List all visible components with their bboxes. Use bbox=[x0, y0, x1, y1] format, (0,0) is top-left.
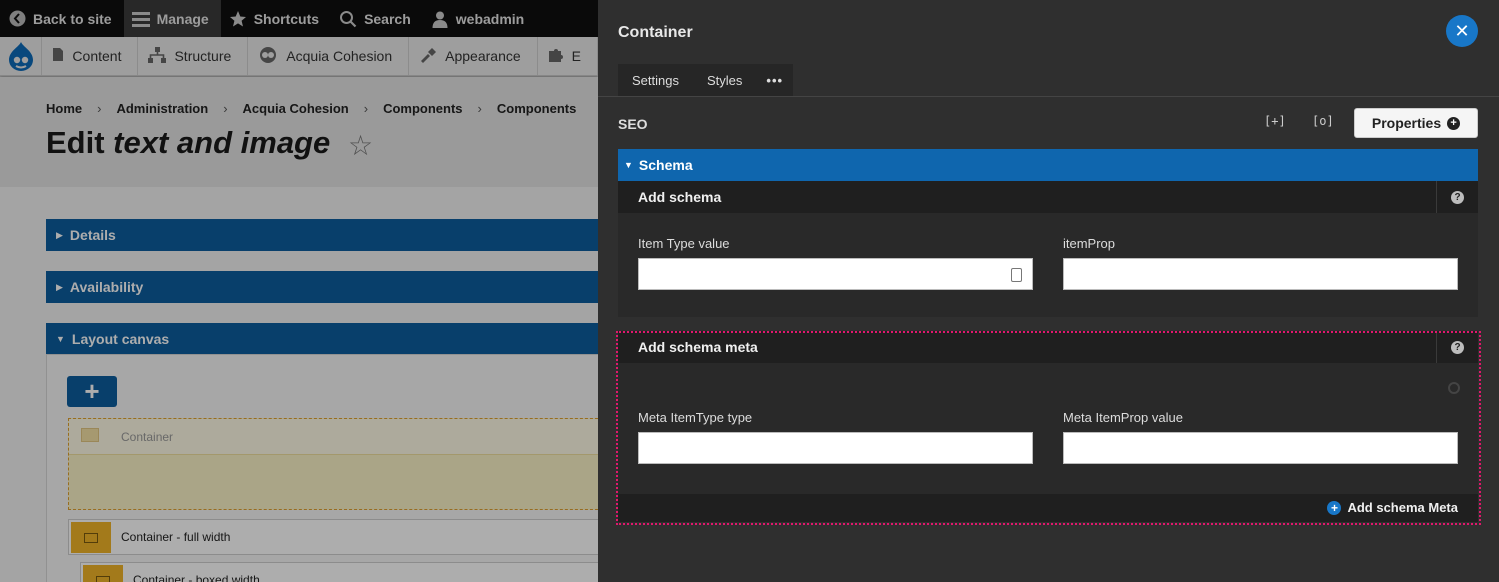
itemprop-label: itemProp bbox=[1063, 236, 1116, 251]
menu-extend-label: E bbox=[571, 48, 581, 64]
layout-canvas-label: Layout canvas bbox=[71, 331, 170, 347]
user-icon bbox=[431, 10, 449, 28]
menu-extend[interactable]: E bbox=[538, 37, 598, 75]
user-tab[interactable]: webadmin bbox=[423, 0, 536, 37]
breadcrumb-separator: › bbox=[223, 101, 228, 116]
page-title-prefix: Edit bbox=[46, 125, 114, 160]
star-icon bbox=[229, 10, 247, 28]
caret-right-icon: ▶ bbox=[56, 229, 63, 240]
menu-content[interactable]: Content bbox=[42, 37, 139, 75]
details-label: Details bbox=[69, 227, 116, 243]
breadcrumb-administration[interactable]: Administration bbox=[116, 101, 208, 116]
item-type-input[interactable] bbox=[638, 258, 1033, 290]
shortcuts-tab[interactable]: Shortcuts bbox=[221, 0, 331, 37]
breadcrumb-separator: › bbox=[477, 101, 482, 116]
caret-down-icon: ▼ bbox=[624, 160, 633, 170]
layout-canvas-accordion[interactable]: ▼ Layout canvas bbox=[46, 323, 598, 355]
admin-menu: Content Structure Acquia Cohesion Appear… bbox=[0, 37, 598, 76]
favorite-star-icon[interactable]: ☆ bbox=[348, 129, 373, 162]
container-icon bbox=[83, 565, 123, 582]
search-tab[interactable]: Search bbox=[331, 0, 423, 37]
help-button[interactable]: ? bbox=[1436, 181, 1478, 213]
breadcrumb-cohesion[interactable]: Acquia Cohesion bbox=[243, 101, 349, 116]
plus-circle-icon: + bbox=[1447, 116, 1461, 130]
tab-styles[interactable]: Styles bbox=[693, 64, 756, 96]
availability-accordion[interactable]: ▶ Availability bbox=[46, 271, 598, 303]
paintbrush-icon bbox=[419, 47, 437, 66]
page-title: Edit text and image bbox=[46, 125, 330, 161]
properties-button[interactable]: Properties + bbox=[1354, 108, 1478, 138]
add-schema-header: Add schema ? bbox=[618, 181, 1478, 213]
sitemap-icon bbox=[148, 46, 167, 66]
tab-more-icon[interactable]: ••• bbox=[756, 64, 793, 96]
panel-divider bbox=[598, 96, 1499, 97]
back-to-site-link[interactable]: Back to site bbox=[0, 0, 124, 37]
seo-label: SEO bbox=[618, 116, 648, 132]
breadcrumb-separator: › bbox=[97, 101, 102, 116]
add-schema-section: Add schema ? bbox=[618, 181, 1478, 317]
puzzle-icon bbox=[548, 47, 564, 66]
menu-cohesion[interactable]: Acquia Cohesion bbox=[248, 37, 410, 75]
menu-cohesion-label: Acquia Cohesion bbox=[286, 48, 393, 64]
panel-tabs: Settings Styles ••• bbox=[618, 64, 794, 96]
search-field-icon[interactable]: [o] bbox=[1312, 114, 1334, 128]
menu-structure[interactable]: Structure bbox=[138, 37, 249, 75]
manage-label: Manage bbox=[156, 10, 209, 27]
caret-down-icon: ▼ bbox=[56, 334, 65, 344]
user-label: webadmin bbox=[455, 10, 525, 27]
menu-structure-label: Structure bbox=[174, 48, 232, 64]
page-header: Home › Administration › Acquia Cohesion › C… bbox=[0, 77, 598, 187]
cohesion-icon bbox=[258, 46, 278, 67]
container-boxed-width[interactable]: Container - boxed width bbox=[80, 562, 598, 582]
breadcrumb-separator: › bbox=[363, 101, 369, 116]
breadcrumb-components-2[interactable]: Components bbox=[497, 101, 576, 116]
menu-appearance-label: Appearance bbox=[445, 48, 521, 64]
back-arrow-icon bbox=[8, 10, 26, 28]
caret-right-icon: ▶ bbox=[56, 281, 63, 292]
menu-content-label: Content bbox=[72, 48, 122, 64]
shortcuts-label: Shortcuts bbox=[253, 10, 320, 27]
breadcrumb: Home › Administration › Acquia Cohesion › C… bbox=[46, 101, 576, 116]
drupal-logo-icon[interactable] bbox=[0, 37, 43, 75]
search-label: Search bbox=[364, 10, 411, 27]
container-full-width-label: Container - full width bbox=[121, 530, 231, 544]
tab-settings[interactable]: Settings bbox=[618, 64, 693, 96]
add-component-button[interactable]: + bbox=[67, 376, 117, 407]
back-to-site-label: Back to site bbox=[33, 10, 112, 27]
availability-label: Availability bbox=[69, 279, 144, 295]
close-icon: ✕ bbox=[1454, 21, 1470, 41]
breadcrumb-components[interactable]: Components bbox=[383, 101, 462, 116]
manage-tab[interactable]: Manage bbox=[123, 0, 221, 37]
container-label: Container bbox=[121, 430, 174, 444]
container-icon bbox=[71, 522, 111, 553]
close-button[interactable]: ✕ bbox=[1446, 15, 1478, 47]
itemprop-input[interactable] bbox=[1063, 258, 1458, 290]
container-boxed-width-label: Container - boxed width bbox=[133, 573, 260, 582]
add-schema-title: Add schema bbox=[638, 189, 722, 205]
details-accordion[interactable]: ▶ Details bbox=[46, 219, 598, 251]
container-full-width[interactable]: Container - full width bbox=[68, 519, 598, 555]
expand-icon[interactable]: [+] bbox=[1264, 114, 1286, 128]
schema-accordion[interactable]: ▼ Schema bbox=[618, 149, 1478, 181]
admin-toolbar: Back to site Manage Shortcuts Search web… bbox=[0, 0, 598, 37]
breadcrumb-home[interactable]: Home bbox=[46, 101, 82, 116]
hamburger-icon bbox=[131, 10, 150, 28]
page-title-em: text and image bbox=[113, 125, 331, 160]
search-icon bbox=[339, 10, 357, 28]
container-icon bbox=[81, 428, 99, 442]
highlight-outline bbox=[616, 331, 1481, 525]
document-icon bbox=[52, 47, 64, 65]
container-component[interactable]: Container bbox=[68, 418, 598, 510]
schema-label: Schema bbox=[638, 157, 693, 173]
menu-appearance[interactable]: Appearance bbox=[409, 37, 538, 75]
container-settings-panel: Container ✕ Settings Styles ••• SEO [+] … bbox=[598, 0, 1499, 582]
token-browser-icon[interactable] bbox=[1011, 268, 1022, 282]
admin-page: Back to site Manage Shortcuts Search web… bbox=[0, 0, 598, 582]
item-type-label: Item Type value bbox=[638, 236, 730, 251]
help-icon: ? bbox=[1451, 190, 1464, 204]
panel-title: Container bbox=[618, 24, 693, 41]
properties-label: Properties bbox=[1371, 115, 1442, 131]
